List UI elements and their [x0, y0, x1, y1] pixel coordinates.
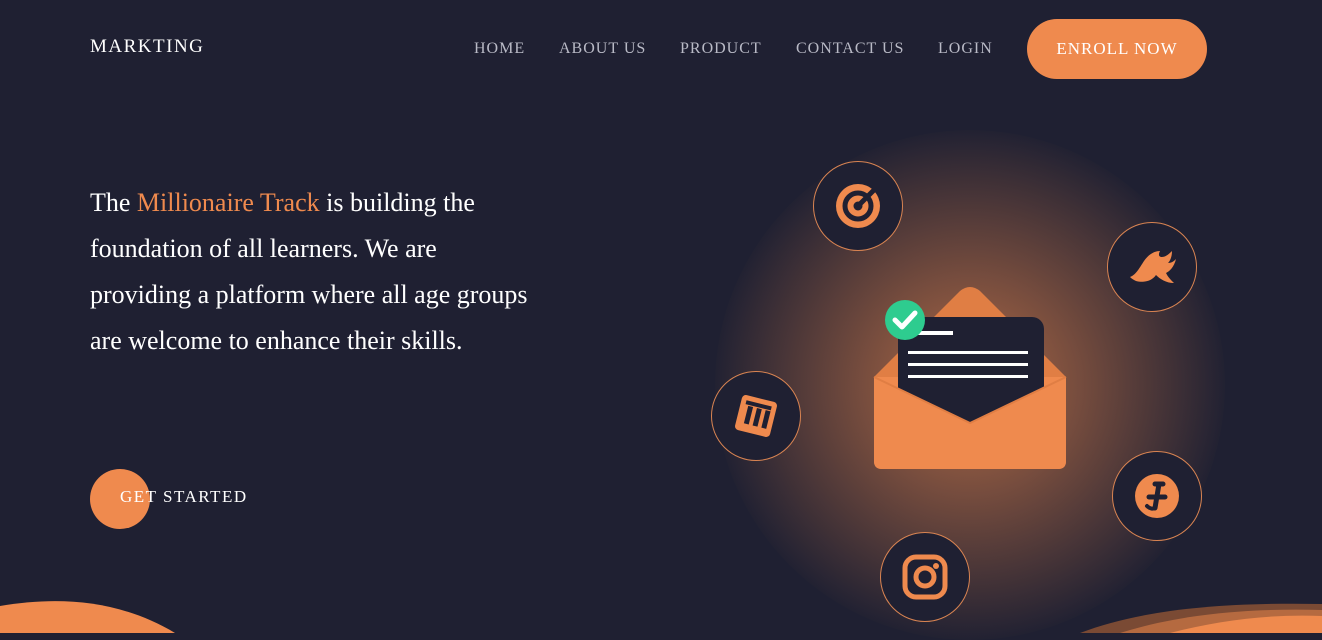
top-navigation: MARKTING HOME ABOUT US PRODUCT CONTACT U…	[0, 0, 1322, 100]
nav-item-product[interactable]: PRODUCT	[680, 40, 762, 58]
enroll-now-button[interactable]: ENROLL NOW	[1027, 19, 1207, 79]
check-badge-icon	[885, 300, 925, 340]
nav-item-home[interactable]: HOME	[474, 40, 525, 58]
hero-text-lead: The	[90, 188, 137, 217]
instagram-icon	[902, 554, 948, 600]
bottom-wave-left	[0, 601, 175, 633]
bird-icon	[1130, 251, 1176, 283]
target-icon-button[interactable]	[813, 161, 903, 251]
hero-highlight: Millionaire Track	[136, 188, 320, 217]
nav-item-about-us[interactable]: ABOUT US	[559, 40, 646, 58]
shopping-bag-icon-button[interactable]	[711, 371, 801, 461]
brand-icon	[1135, 474, 1179, 518]
envelope-icon	[873, 287, 1067, 469]
shopping-bag-icon	[735, 395, 777, 437]
nav-item-contact-us[interactable]: CONTACT US	[796, 40, 904, 58]
bottom-wave-right	[1080, 603, 1322, 633]
target-icon	[836, 184, 880, 228]
hero-text: The Millionaire Track is building the fo…	[90, 180, 530, 364]
get-started-label: GET STARTED	[120, 487, 248, 506]
nav-item-login[interactable]: LOGIN	[938, 40, 993, 58]
bird-icon-button[interactable]	[1107, 222, 1197, 312]
brand-icon-button[interactable]	[1112, 451, 1202, 541]
instagram-icon-button[interactable]	[880, 532, 970, 622]
logo[interactable]: MARKTING	[90, 36, 204, 58]
get-started-button[interactable]: GET STARTED	[90, 469, 290, 529]
